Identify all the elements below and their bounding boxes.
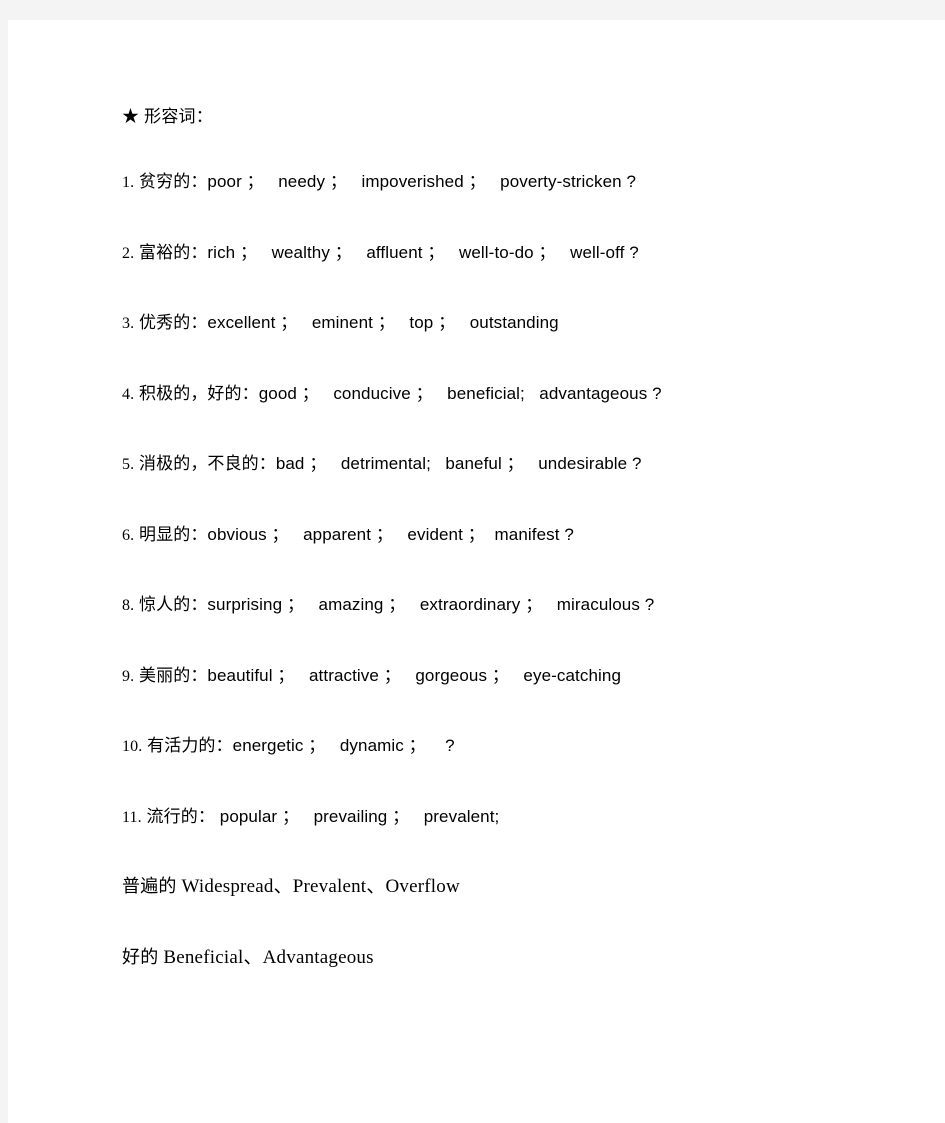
list-item-text: 积极的，好的：good ； conducive ； beneficial; ad…	[134, 383, 662, 403]
list-item: 6. 明显的：obvious ； apparent ； evident ； ma…	[122, 523, 912, 594]
list-item-text: 流行的： popular ； prevailing ； prevalent;	[141, 806, 500, 826]
list-item: 9. 美丽的：beautiful ； attractive ； gorgeous…	[122, 664, 912, 735]
list-item-number: 11.	[122, 808, 142, 826]
list-item: 3. 优秀的：excellent ； eminent ； top ； outst…	[122, 311, 912, 382]
list-item-text: 美丽的：beautiful ； attractive ； gorgeous ； …	[134, 665, 622, 685]
list-item-number: 6.	[122, 526, 135, 544]
supplementary-line-chinese: 好的	[122, 946, 159, 967]
list-item-text: 富裕的：rich ； wealthy ； affluent ； well-to-…	[134, 242, 639, 262]
list-item: 11. 流行的： popular ； prevailing ； prevalen…	[122, 805, 912, 876]
list-item-text: 贫穷的：poor ； needy ； impoverished ； povert…	[134, 172, 637, 191]
list-item-text: 明显的：obvious ； apparent ； evident ； manif…	[134, 524, 574, 544]
supplementary-line: 好的 Beneficial、Advantageous	[122, 944, 912, 1015]
list-item-number: 10.	[122, 738, 143, 755]
document-content: ★ 形容词： 1. 贫穷的：poor ； needy ； impoverishe…	[122, 100, 912, 1014]
list-item: 10. 有活力的：energetic ； dynamic ； ?	[122, 734, 912, 805]
list-item-number: 4.	[122, 385, 135, 403]
list-item-number: 3.	[122, 315, 135, 332]
list-item: 1. 贫穷的：poor ； needy ； impoverished ； pov…	[122, 170, 912, 241]
supplementary-block: 普遍的 Widespread、Prevalent、Overflow 好的 Ben…	[122, 873, 912, 1014]
list-item-text: 优秀的：excellent ； eminent ； top ； outstand…	[134, 313, 559, 332]
section-heading: ★ 形容词：	[122, 107, 213, 126]
list-item-number: 9.	[122, 667, 135, 685]
vocabulary-list: 1. 贫穷的：poor ； needy ； impoverished ； pov…	[122, 170, 912, 875]
supplementary-line-chinese: 普遍的	[122, 876, 177, 896]
document-page: ★ 形容词： 1. 贫穷的：poor ； needy ； impoverishe…	[8, 20, 945, 1123]
list-item: 2. 富裕的：rich ； wealthy ； affluent ； well-…	[122, 241, 912, 312]
list-item-number: 8.	[122, 597, 135, 614]
list-item-number: 1.	[122, 174, 135, 191]
list-item: 8. 惊人的：surprising ； amazing ； extraordin…	[122, 593, 912, 664]
list-item-number: 5.	[122, 456, 135, 473]
list-item-text: 消极的，不良的：bad ； detrimental; baneful ； und…	[134, 454, 642, 473]
list-item-number: 2.	[122, 244, 135, 262]
supplementary-line-english: Beneficial、Advantageous	[158, 946, 374, 968]
list-item-text: 惊人的：surprising ； amazing ； extraordinary…	[134, 595, 655, 614]
list-item-text: 有活力的：energetic ； dynamic ； ?	[142, 736, 455, 755]
supplementary-line: 普遍的 Widespread、Prevalent、Overflow	[122, 873, 912, 944]
list-item: 4. 积极的，好的：good ； conducive ； beneficial;…	[122, 382, 912, 453]
supplementary-line-english: Widespread、Prevalent、Overflow	[176, 876, 460, 897]
list-item: 5. 消极的，不良的：bad ； detrimental; baneful ； …	[122, 452, 912, 523]
